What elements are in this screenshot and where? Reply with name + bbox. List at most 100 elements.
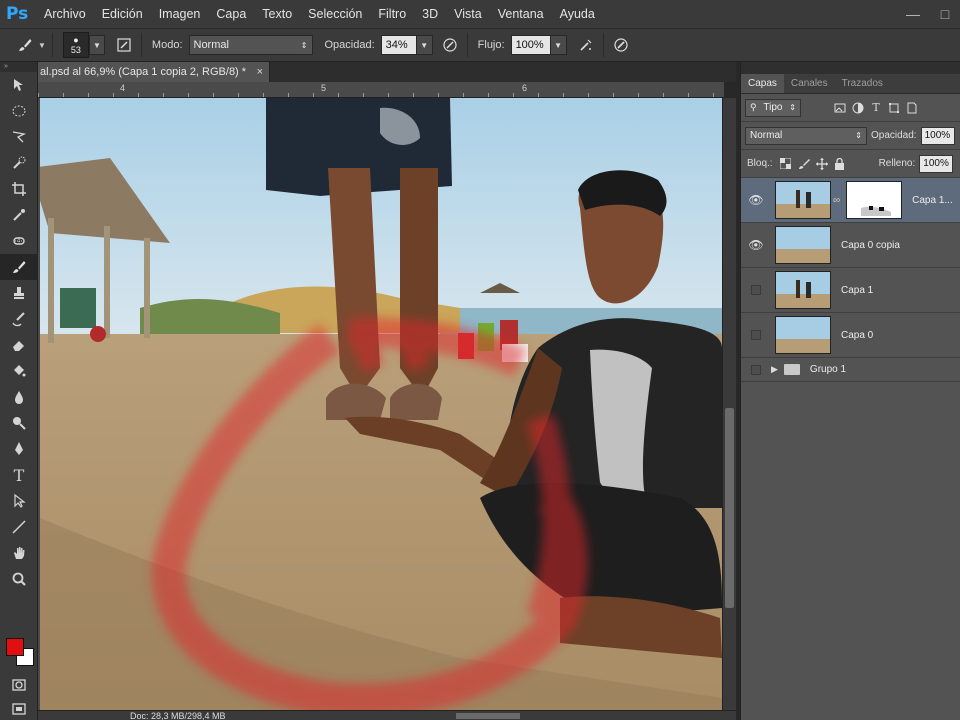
opacity-label: Opacidad: (324, 39, 375, 51)
ruler-tick (213, 93, 214, 97)
clone-stamp-tool-icon[interactable] (0, 280, 38, 306)
tool-preset-dropdown-icon[interactable]: ▼ (38, 41, 46, 50)
zoom-tool-icon[interactable] (0, 566, 38, 592)
fill-input[interactable]: 100% (919, 154, 954, 173)
horizontal-scroll-thumb[interactable] (456, 713, 520, 719)
close-document-icon[interactable]: × (251, 62, 269, 82)
layer-group-row[interactable]: ▶ Grupo 1 (741, 358, 960, 382)
filter-adjustment-icon[interactable] (849, 99, 867, 117)
layer-row[interactable]: Capa 1 (741, 268, 960, 313)
ruler-tick (463, 93, 464, 97)
minimize-icon[interactable]: — (902, 6, 924, 22)
brush-panel-toggle-icon[interactable] (113, 34, 135, 56)
healing-brush-tool-icon[interactable] (0, 228, 38, 254)
hand-tool-icon[interactable] (0, 540, 38, 566)
mode-label: Modo: (151, 39, 183, 51)
menu-capa[interactable]: Capa (216, 7, 246, 21)
lock-pixels-icon[interactable] (795, 155, 813, 173)
eye-icon[interactable]: 👁 (741, 238, 771, 252)
opacity-input[interactable]: 34% (380, 35, 417, 55)
document-tab[interactable]: al.psd al 66,9% (Capa 1 copia 2, RGB/8) … (38, 62, 270, 82)
brush-dot-icon: ● (73, 35, 79, 45)
type-tool-icon[interactable]: T (0, 462, 38, 488)
airbrush-icon[interactable] (575, 34, 597, 56)
quick-selection-tool-icon[interactable] (0, 150, 38, 176)
beach-photo (40, 98, 722, 710)
history-brush-tool-icon[interactable] (0, 306, 38, 332)
layer-row[interactable]: 👁 ∞ Capa 1... (741, 178, 960, 223)
brush-tool-icon[interactable] (0, 254, 38, 280)
opacity-dropdown-icon[interactable]: ▼ (416, 35, 433, 55)
lasso-tool-icon[interactable] (0, 124, 38, 150)
layer-filter-select[interactable]: ⚲ Tipo ⇕ (745, 98, 801, 117)
ruler-tick (513, 93, 514, 97)
menu-ayuda[interactable]: Ayuda (560, 7, 595, 21)
vertical-scroll-thumb[interactable] (725, 408, 734, 608)
layer-opacity-input[interactable]: 100% (920, 126, 955, 145)
dodge-tool-icon[interactable] (0, 410, 38, 436)
blend-mode-value: Normal (750, 130, 783, 141)
pen-tool-icon[interactable] (0, 436, 38, 462)
ruler-tick (263, 93, 264, 97)
menu-ventana[interactable]: Ventana (498, 7, 544, 21)
flow-dropdown-icon[interactable]: ▼ (550, 35, 567, 55)
blur-tool-icon[interactable] (0, 384, 38, 410)
menu-imagen[interactable]: Imagen (159, 7, 201, 21)
line-tool-icon[interactable] (0, 514, 38, 540)
move-tool-icon[interactable] (0, 72, 38, 98)
mode-select[interactable]: Normal ⇕ (188, 35, 313, 55)
eyedropper-tool-icon[interactable] (0, 202, 38, 228)
lock-label: Bloq.: (747, 158, 773, 169)
crop-tool-icon[interactable] (0, 176, 38, 202)
ruler-tick (413, 93, 414, 97)
layer-mask-thumbnail[interactable] (846, 181, 903, 219)
layer-row[interactable]: 👁 Capa 0 copia (741, 223, 960, 268)
menu-seleccion[interactable]: Selección (308, 7, 362, 21)
layer-row[interactable]: Capa 0 (741, 313, 960, 358)
lock-fill-row: Bloq.: Relleno: 100% (741, 150, 960, 178)
brush-icon[interactable] (14, 34, 36, 56)
paint-bucket-tool-icon[interactable] (0, 358, 38, 384)
menu-texto[interactable]: Texto (262, 7, 292, 21)
tab-trazados[interactable]: Trazados (835, 74, 890, 93)
ruler-tick (313, 93, 314, 97)
filter-smart-object-icon[interactable] (903, 99, 921, 117)
visibility-toggle[interactable] (741, 364, 771, 375)
foreground-color-swatch[interactable] (6, 638, 24, 656)
eraser-tool-icon[interactable] (0, 332, 38, 358)
filter-type-icon[interactable]: T (867, 99, 885, 117)
quick-mask-icon[interactable] (0, 672, 38, 698)
flow-input[interactable]: 100% (510, 35, 551, 55)
visibility-toggle[interactable] (741, 285, 771, 295)
lock-transparent-icon[interactable] (777, 155, 795, 173)
tab-canales[interactable]: Canales (784, 74, 835, 93)
menu-3d[interactable]: 3D (422, 7, 438, 21)
menu-vista[interactable]: Vista (454, 7, 482, 21)
brush-size-picker[interactable]: ● 53 (62, 32, 89, 58)
filter-pixel-icon[interactable] (831, 99, 849, 117)
marquee-tool-icon[interactable] (0, 98, 38, 124)
vertical-scrollbar[interactable] (722, 98, 736, 710)
image-canvas[interactable] (40, 98, 722, 710)
filter-shape-icon[interactable] (885, 99, 903, 117)
screen-mode-icon[interactable] (0, 696, 38, 720)
chain-link-icon[interactable]: ∞ (833, 195, 840, 206)
menu-edicion[interactable]: Edición (102, 7, 143, 21)
menu-filtro[interactable]: Filtro (378, 7, 406, 21)
visibility-toggle[interactable] (741, 330, 771, 340)
restore-icon[interactable]: □ (934, 6, 956, 22)
eye-icon[interactable]: 👁 (741, 193, 771, 207)
pressure-opacity-icon[interactable] (439, 34, 461, 56)
brush-size-dropdown-icon[interactable]: ▼ (88, 35, 105, 55)
expand-arrow-icon[interactable]: ▶ (771, 364, 778, 375)
toolbar-collapse-icon[interactable]: » (0, 62, 37, 72)
lock-position-icon[interactable] (813, 155, 831, 173)
lock-all-icon[interactable] (831, 155, 849, 173)
pressure-size-icon[interactable] (610, 34, 632, 56)
layer-thumbnail (775, 181, 831, 219)
blend-mode-select[interactable]: Normal ⇕ (745, 126, 867, 145)
path-selection-tool-icon[interactable] (0, 488, 38, 514)
visibility-off-box (751, 364, 761, 375)
menu-archivo[interactable]: Archivo (44, 7, 86, 21)
tab-capas[interactable]: Capas (741, 74, 784, 93)
